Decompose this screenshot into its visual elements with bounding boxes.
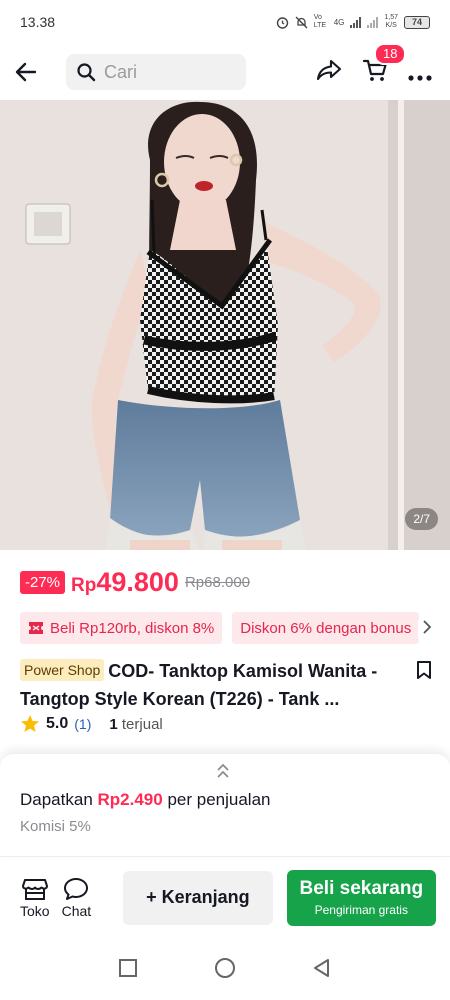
chat-icon <box>64 877 89 900</box>
search-input[interactable]: Cari <box>66 54 246 90</box>
alarm-icon <box>276 16 289 29</box>
star-icon <box>21 715 39 732</box>
voucher-icon <box>29 622 43 634</box>
signal-icon <box>350 16 362 28</box>
search-placeholder: Cari <box>104 61 138 82</box>
product-photo <box>0 100 450 550</box>
voucher-row: Beli Rp120rb, diskon 8% Diskon 6% dengan… <box>20 612 450 644</box>
back-button[interactable] <box>14 52 66 92</box>
top-nav: Cari 18 <box>0 42 450 100</box>
more-options-button[interactable] <box>408 59 432 85</box>
share-button[interactable] <box>316 58 342 87</box>
status-icons: Vo LTE 4G 1,57 K/S 74 <box>276 14 430 30</box>
rating-value: 5.0 <box>46 715 69 732</box>
power-shop-badge: Power Shop <box>20 659 105 681</box>
add-to-cart-button[interactable]: + Keranjang <box>123 870 273 925</box>
status-bar: 13.38 Vo LTE 4G 1,57 K/S 74 <box>0 0 450 44</box>
recents-button[interactable] <box>118 958 138 983</box>
chevron-up-icon[interactable] <box>215 762 231 785</box>
status-time: 13.38 <box>20 14 56 30</box>
current-price: Rp49.800 <box>71 567 179 597</box>
battery-icon: 74 <box>404 15 430 29</box>
signal-icon-2 <box>367 16 379 28</box>
square-icon <box>119 958 137 977</box>
more-icon <box>408 75 432 81</box>
bookmark-button[interactable] <box>416 660 432 685</box>
voucher-chip[interactable]: Beli Rp120rb, diskon 8% <box>20 612 223 644</box>
chat-button[interactable]: Chat <box>62 877 91 919</box>
bottom-action-bar: Toko Chat + Keranjang Beli sekarang Peng… <box>0 856 450 938</box>
home-button[interactable] <box>214 957 236 984</box>
commission-label: Komisi 5% <box>20 818 91 835</box>
buy-now-button[interactable]: Beli sekarang Pengiriman gratis <box>286 869 436 926</box>
shop-icon <box>21 878 48 900</box>
arrow-left-icon <box>15 62 37 82</box>
rating-count: (1) <box>74 716 92 732</box>
net-speed: 1,57 K/S <box>384 14 398 29</box>
affiliate-panel[interactable]: Dapatkan Rp2.490 per penjualan Komisi 5% <box>0 754 450 856</box>
sold-count: 1 terjual <box>109 715 163 733</box>
mute-icon <box>295 16 308 29</box>
search-icon <box>77 63 96 82</box>
chevron-right-icon[interactable] <box>418 620 436 639</box>
share-icon <box>316 59 342 80</box>
circle-icon <box>215 957 235 978</box>
header-actions: 18 <box>316 42 436 88</box>
cart-count-badge: 18 <box>374 42 407 65</box>
original-price: Rp68.000 <box>184 574 251 591</box>
volte-label: Vo LTE <box>313 14 327 29</box>
rating-row[interactable]: 5.0 (1) 1 terjual <box>20 714 163 734</box>
network-label: 4G <box>333 17 345 27</box>
bookmark-icon <box>417 661 431 679</box>
shop-button[interactable]: Toko <box>20 877 50 919</box>
discount-badge: -27% <box>20 571 66 594</box>
price-row: -27% Rp49.800 Rp68.000 <box>20 567 250 598</box>
affiliate-amount: Rp2.490 <box>97 790 163 809</box>
voucher-chip[interactable]: Diskon 6% dengan bonus <box>232 612 420 644</box>
system-nav-bar <box>0 940 450 1000</box>
affiliate-earning-text: Dapatkan Rp2.490 per penjualan <box>20 790 271 809</box>
cart-button[interactable]: 18 <box>362 42 407 88</box>
triangle-back-icon <box>314 958 329 977</box>
system-back-button[interactable] <box>312 958 332 983</box>
product-title: Power Shop COD- Tanktop Kamisol Wanita - … <box>20 659 378 709</box>
image-counter: 2/7 <box>405 508 438 530</box>
product-image[interactable]: 2/7 <box>0 100 450 550</box>
